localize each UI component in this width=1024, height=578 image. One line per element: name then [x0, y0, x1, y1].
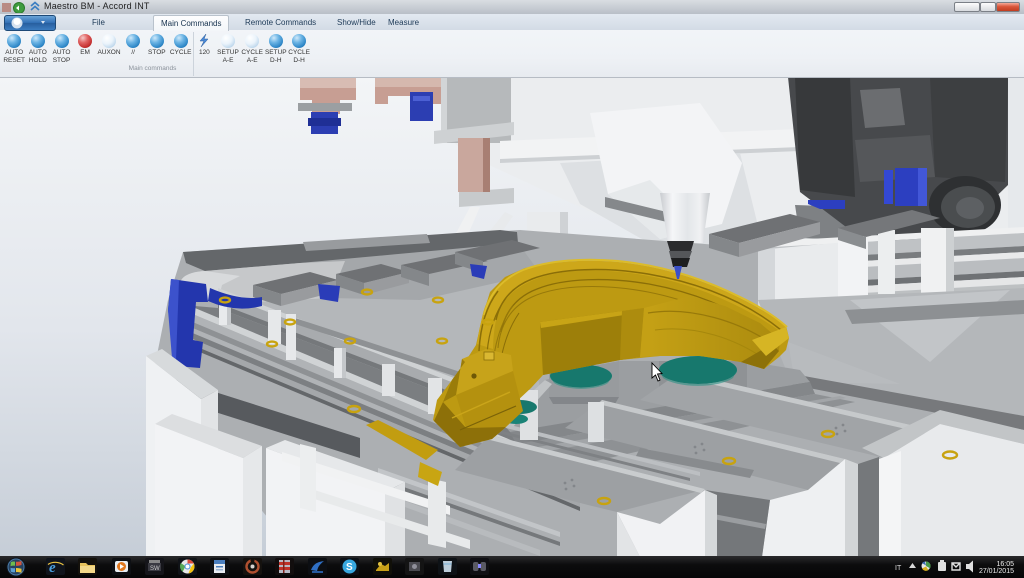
- svg-text:SW: SW: [150, 566, 160, 572]
- svg-text:IT: IT: [895, 565, 902, 572]
- svg-text:S: S: [346, 562, 353, 573]
